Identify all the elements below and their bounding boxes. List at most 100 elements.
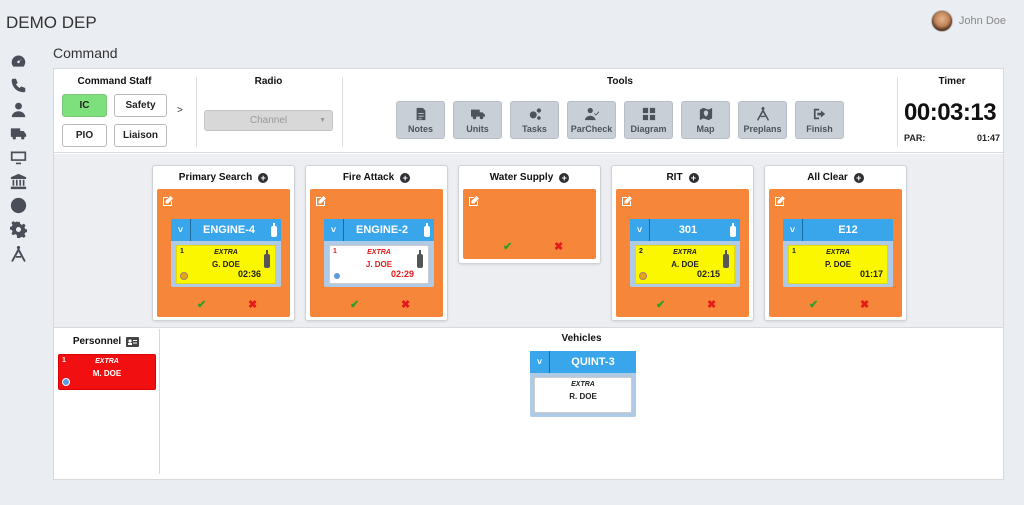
user-check-icon: [584, 107, 599, 120]
monitor-icon[interactable]: [7, 148, 29, 167]
confirm-icon[interactable]: ✔: [809, 298, 818, 311]
air-tank-icon: [420, 223, 434, 237]
user-name: John Doe: [958, 15, 1006, 27]
group-water-supply: Water Supply + ✔ ✖: [458, 165, 601, 264]
truck-icon[interactable]: [7, 124, 29, 143]
exit-icon: [813, 108, 825, 119]
edit-icon[interactable]: [468, 194, 480, 206]
confirm-icon[interactable]: ✔: [350, 298, 359, 311]
air-time: 02:36: [237, 269, 261, 279]
add-icon[interactable]: +: [688, 172, 699, 183]
cancel-icon[interactable]: ✖: [860, 298, 869, 311]
chevron-down-icon[interactable]: ˅: [783, 219, 803, 241]
safety-button[interactable]: Safety: [114, 94, 167, 117]
group-body[interactable]: ✔ ✖: [463, 189, 596, 259]
add-icon[interactable]: +: [258, 172, 269, 183]
member-card[interactable]: EXTRA R. DOE: [534, 377, 632, 413]
user-menu[interactable]: John Doe: [930, 10, 1006, 32]
group-all-clear: All Clear + ˅ E12 1 EXTRA P. DOE 01:17 ✔ ✖: [764, 165, 907, 321]
cancel-icon[interactable]: ✖: [707, 298, 716, 311]
confirm-icon[interactable]: ✔: [656, 298, 665, 311]
finish-button[interactable]: Finish: [795, 101, 844, 139]
timer-title: Timer: [938, 76, 966, 87]
edit-icon[interactable]: [162, 194, 174, 206]
map-icon: [699, 107, 712, 120]
phone-icon[interactable]: [7, 76, 29, 95]
liaison-button[interactable]: Liaison: [114, 124, 167, 147]
group-body[interactable]: ˅ ENGINE-4 1 EXTRA G. DOE 02:36 ✔ ✖: [157, 189, 290, 317]
tasks-button[interactable]: Tasks: [510, 101, 559, 139]
user-icon[interactable]: [7, 100, 29, 119]
personnel-card[interactable]: 1 EXTRA M. DOE: [58, 354, 156, 390]
diagram-button[interactable]: Diagram: [624, 101, 673, 139]
notes-button[interactable]: Notes: [396, 101, 445, 139]
map-button[interactable]: Map: [681, 101, 730, 139]
confirm-icon[interactable]: ✔: [503, 240, 512, 253]
member-card[interactable]: 1 EXTRA J. DOE 02:29: [329, 245, 429, 284]
radio-title: Radio: [254, 76, 283, 87]
par-timer: PAR: 01:47: [904, 133, 1000, 143]
dashboard-icon[interactable]: [7, 52, 29, 71]
add-icon[interactable]: +: [559, 172, 570, 183]
unit-name: 301: [678, 224, 698, 236]
add-icon[interactable]: +: [400, 172, 411, 183]
units-button[interactable]: Units: [453, 101, 502, 139]
unit-name: ENGINE-4: [203, 224, 255, 236]
air-tank-icon: [264, 250, 270, 268]
group-body[interactable]: ˅ ENGINE-2 1 EXTRA J. DOE 02:29 ✔ ✖: [310, 189, 443, 317]
group-title: Primary Search: [178, 172, 253, 183]
unit-card[interactable]: ˅ ENGINE-4 1 EXTRA G. DOE 02:36: [171, 219, 281, 287]
ic-button[interactable]: IC: [62, 94, 107, 117]
edit-icon[interactable]: [315, 194, 327, 206]
command-toolbar: Command Staff IC Safety PIO Liaison > Ra…: [54, 69, 1003, 153]
brand-title: DEMO DEP: [6, 13, 97, 32]
status-badge: [180, 272, 188, 280]
member-card[interactable]: 1 EXTRA P. DOE 01:17: [788, 245, 888, 284]
edit-icon[interactable]: [774, 194, 786, 206]
edit-icon[interactable]: [621, 194, 633, 206]
preplans-button[interactable]: Preplans: [738, 101, 787, 139]
channel-select-label: Channel: [249, 115, 288, 126]
unit-name: E12: [838, 224, 858, 236]
member-card[interactable]: 2 EXTRA A. DOE 02:15: [635, 245, 735, 284]
chevron-down-icon[interactable]: ˅: [530, 351, 550, 373]
chevron-down-icon[interactable]: ˅: [324, 219, 344, 241]
air-tank-icon: [723, 250, 729, 268]
caret-down-icon: ▼: [319, 117, 326, 124]
unit-card[interactable]: ˅ 301 2 EXTRA A. DOE 02:15: [630, 219, 740, 287]
chevron-down-icon[interactable]: ˅: [171, 219, 191, 241]
group-body[interactable]: ˅ 301 2 EXTRA A. DOE 02:15 ✔ ✖: [616, 189, 749, 317]
personnel-column: Personnel 1 EXTRA M. DOE: [54, 329, 160, 474]
chevron-down-icon[interactable]: ˅: [630, 219, 650, 241]
tools-bar: Notes Units Tasks ParCheck Diagram Map P…: [396, 101, 844, 139]
cancel-icon[interactable]: ✖: [248, 298, 257, 311]
parcheck-button[interactable]: ParCheck: [567, 101, 616, 139]
air-time: 02:29: [390, 269, 414, 279]
member-card[interactable]: 1 EXTRA G. DOE 02:36: [176, 245, 276, 284]
compass-icon: [756, 106, 769, 121]
group-title: Fire Attack: [342, 172, 395, 183]
cancel-icon[interactable]: ✖: [401, 298, 410, 311]
cancel-icon[interactable]: ✖: [554, 240, 563, 253]
group-title: Water Supply: [489, 172, 554, 183]
personnel-header: Personnel: [62, 336, 150, 347]
clock-icon[interactable]: [7, 196, 29, 215]
air-tank-icon: [417, 250, 423, 268]
add-icon[interactable]: +: [853, 172, 864, 183]
pio-button[interactable]: PIO: [62, 124, 107, 147]
compass-icon[interactable]: [7, 244, 29, 263]
gear-icon[interactable]: [7, 220, 29, 239]
channel-select[interactable]: Channel ▼: [204, 110, 333, 131]
unit-card[interactable]: ˅ ENGINE-2 1 EXTRA J. DOE 02:29: [324, 219, 434, 287]
building-icon[interactable]: [7, 172, 29, 191]
group-rit: RIT + ˅ 301 2 EXTRA A. DOE 02:15 ✔ ✖: [611, 165, 754, 321]
unit-name: ENGINE-2: [356, 224, 408, 236]
vehicle-card[interactable]: ˅ QUINT-3 EXTRA R. DOE: [530, 351, 636, 417]
avatar: [930, 10, 953, 32]
group-title: RIT: [666, 172, 683, 183]
confirm-icon[interactable]: ✔: [197, 298, 206, 311]
group-body[interactable]: ˅ E12 1 EXTRA P. DOE 01:17 ✔ ✖: [769, 189, 902, 317]
group-primary-search: Primary Search + ˅ ENGINE-4 1 EXTRA G. DOE…: [152, 165, 295, 321]
unit-card[interactable]: ˅ E12 1 EXTRA P. DOE 01:17: [783, 219, 893, 287]
more-staff-button[interactable]: >: [177, 105, 183, 116]
